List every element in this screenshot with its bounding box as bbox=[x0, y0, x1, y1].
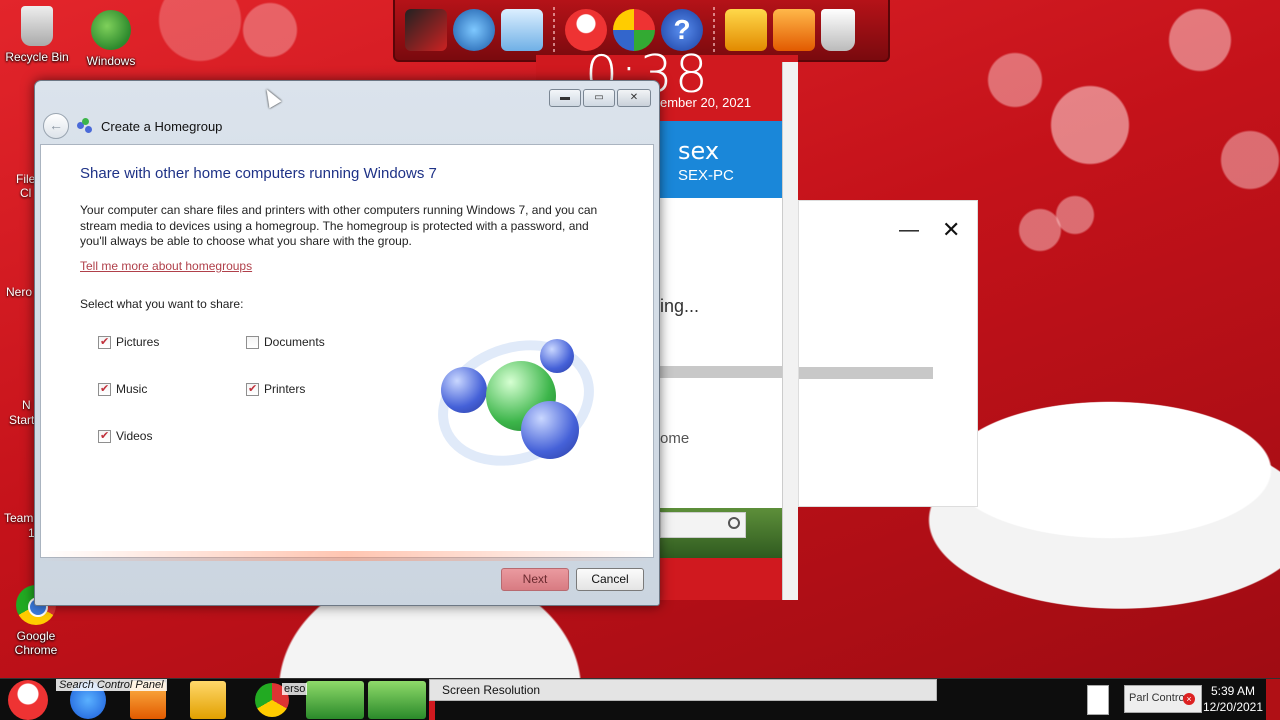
desktop-icon-label: Recycle Bin bbox=[5, 50, 69, 64]
description-text: Your computer can share files and printe… bbox=[80, 203, 598, 248]
network-globe-icon[interactable] bbox=[453, 9, 495, 51]
tray-error-icon[interactable]: × bbox=[1183, 693, 1195, 705]
progress-bar bbox=[660, 366, 782, 378]
metro-scroll-strip bbox=[782, 62, 798, 600]
recycle-bin-icon[interactable] bbox=[821, 9, 855, 51]
checkbox-label: Documents bbox=[264, 335, 325, 349]
share-select-label: Select what you want to share: bbox=[80, 297, 244, 311]
toolbar-separator bbox=[553, 7, 555, 53]
maximize-button[interactable]: ▭ bbox=[583, 89, 615, 107]
control-panel-icon[interactable] bbox=[501, 9, 543, 51]
control-panel-task-icon[interactable] bbox=[306, 681, 364, 719]
desktop-icon-label-partial: Nero bbox=[6, 285, 33, 299]
desktop-icon-label: Google Chrome bbox=[14, 629, 58, 657]
music-checkbox[interactable]: Music bbox=[98, 382, 147, 396]
checkbox-label: Printers bbox=[264, 382, 306, 396]
homegroup-help-link[interactable]: Tell me more about homegroups bbox=[80, 259, 252, 273]
videos-checkbox[interactable]: Videos bbox=[98, 429, 152, 443]
dialog-title: Create a Homegroup bbox=[101, 118, 223, 134]
checkbox-label: Videos bbox=[116, 429, 153, 443]
checkbox-label: Pictures bbox=[116, 335, 160, 349]
recycle-bin-desktop-icon[interactable]: Recycle Bin bbox=[1, 6, 73, 64]
loading-text: ing... bbox=[660, 296, 700, 316]
homegroup-icon bbox=[77, 118, 93, 134]
windows-logo-icon bbox=[91, 10, 131, 50]
metro-bottom-area bbox=[660, 558, 782, 600]
gift-icon[interactable] bbox=[725, 9, 767, 51]
dialog-content: Share with other home computers running … bbox=[40, 144, 654, 558]
search-icon[interactable] bbox=[728, 517, 740, 529]
taskbar: Search Control Panel erso Screen Resolut… bbox=[0, 678, 1280, 720]
clock-date: 12/20/2021 bbox=[1202, 700, 1264, 714]
folder-icon[interactable] bbox=[773, 9, 815, 51]
system-clock[interactable]: 5:39 AM 12/20/2021 bbox=[1200, 683, 1266, 715]
minimize-button[interactable]: ▬ bbox=[549, 89, 581, 107]
home-text: ome bbox=[660, 430, 690, 447]
metro-panel: ing... ome bbox=[660, 198, 782, 508]
create-homegroup-dialog: ▬ ▭ ✕ ← Create a Homegroup Share with ot… bbox=[34, 80, 660, 606]
clock-time: 5:39 AM bbox=[1210, 684, 1256, 698]
media-player-icon[interactable] bbox=[190, 681, 226, 719]
user-pc-name: SEX-PC bbox=[678, 167, 734, 184]
recycle-bin-icon bbox=[21, 6, 53, 46]
metro-date: ember 20, 2021 bbox=[660, 95, 752, 110]
checkbox-checked-icon[interactable] bbox=[98, 335, 111, 349]
page-heading: Share with other home computers running … bbox=[80, 165, 437, 182]
caption-buttons: ▬ ▭ ✕ bbox=[549, 89, 651, 107]
checkbox-label: Music bbox=[116, 382, 148, 396]
disc-burner-task-icon[interactable] bbox=[368, 681, 426, 719]
documents-checkbox[interactable]: Documents bbox=[246, 335, 325, 349]
tray-window-icon[interactable] bbox=[1087, 685, 1109, 715]
user-name: sex bbox=[678, 137, 720, 165]
minimize-button[interactable]: — bbox=[899, 219, 919, 242]
printers-checkbox[interactable]: Printers bbox=[246, 382, 305, 396]
pictures-checkbox[interactable]: Pictures bbox=[98, 335, 159, 349]
checkbox-checked-icon[interactable] bbox=[98, 382, 111, 396]
next-button[interactable]: Next bbox=[501, 568, 569, 591]
checkbox-checked-icon[interactable] bbox=[98, 429, 111, 443]
santa-laptop-icon[interactable] bbox=[405, 9, 447, 51]
active-task-screen-resolution[interactable]: Screen Resolution bbox=[429, 679, 937, 701]
desktop-icon-label-partial: File bbox=[16, 172, 36, 186]
user-tile[interactable]: sex SEX-PC bbox=[660, 121, 782, 198]
show-desktop-button[interactable] bbox=[1266, 679, 1280, 720]
cancel-button[interactable]: Cancel bbox=[576, 568, 644, 591]
progress-bar bbox=[799, 367, 933, 379]
homegroup-orbs-illustration bbox=[420, 319, 612, 487]
start-button-santa-icon[interactable] bbox=[8, 680, 48, 720]
footer-divider bbox=[40, 551, 654, 561]
task-preview-text: erso bbox=[282, 683, 308, 695]
desktop-icon-label-partial: N bbox=[22, 398, 31, 412]
checkbox-unchecked-icon[interactable] bbox=[246, 335, 259, 349]
secondary-dialog: — ✕ bbox=[798, 200, 978, 507]
close-button[interactable]: ✕ bbox=[617, 89, 651, 107]
checkbox-checked-icon[interactable] bbox=[246, 382, 259, 396]
search-preview-text: Search Control Panel bbox=[56, 679, 167, 691]
toolbar-separator bbox=[713, 7, 715, 53]
desktop-icon-label: Windows bbox=[86, 54, 136, 68]
windows-desktop-icon[interactable]: Windows bbox=[75, 10, 147, 68]
desktop-icon-label-partial: Team bbox=[4, 511, 34, 525]
desktop-icon-label-partial: Cl bbox=[20, 186, 32, 200]
dialog-navigation: ← Create a Homegroup bbox=[43, 113, 222, 139]
metro-search-box[interactable] bbox=[660, 512, 746, 538]
desktop-icon-label-partial: Start bbox=[9, 413, 35, 427]
back-arrow-icon[interactable]: ← bbox=[43, 113, 69, 139]
close-button[interactable]: ✕ bbox=[942, 217, 960, 243]
